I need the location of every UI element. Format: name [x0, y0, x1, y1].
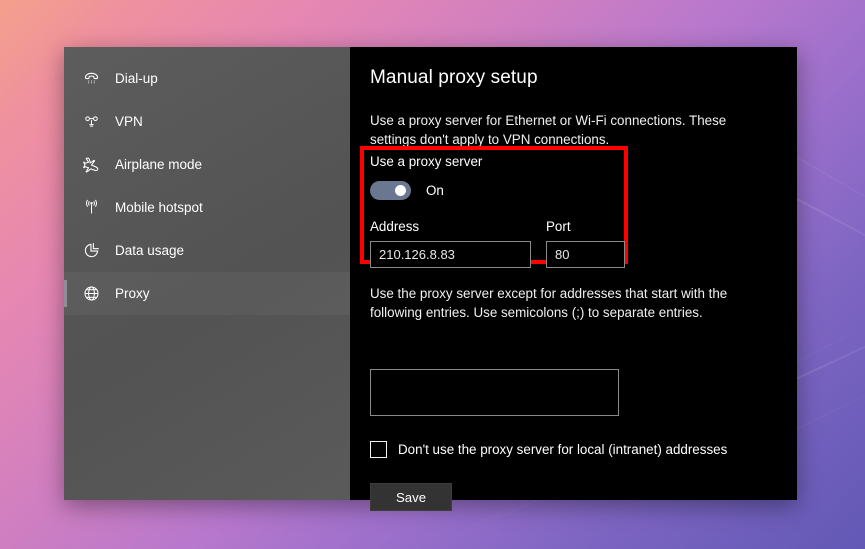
- sidebar-item-label: VPN: [115, 113, 143, 129]
- bypass-local-label: Don't use the proxy server for local (in…: [398, 442, 728, 457]
- sidebar-item-label: Data usage: [115, 242, 185, 258]
- settings-sidebar: Dial-up VPN Airplane mode Mobile hotspot…: [64, 47, 350, 500]
- use-proxy-server-section: Use a proxy server On Address 210.126.8.…: [370, 154, 630, 269]
- address-input[interactable]: 210.126.8.83: [370, 241, 531, 269]
- vpn-icon: [78, 113, 104, 130]
- settings-window: Dial-up VPN Airplane mode Mobile hotspot…: [64, 47, 797, 511]
- globe-icon: [78, 285, 104, 302]
- save-button[interactable]: Save: [370, 483, 452, 511]
- sidebar-item-airplane-mode[interactable]: Airplane mode: [64, 143, 350, 186]
- page-title: Manual proxy setup: [370, 67, 538, 88]
- manual-proxy-setup-panel: Manual proxy setup Use a proxy server fo…: [350, 47, 797, 511]
- sidebar-item-vpn[interactable]: VPN: [64, 100, 350, 143]
- pie-chart-icon: [78, 242, 104, 259]
- sidebar-item-label: Mobile hotspot: [115, 199, 203, 215]
- address-field-group: Address 210.126.8.83: [370, 219, 531, 269]
- bypass-local-checkbox[interactable]: [370, 441, 387, 458]
- use-proxy-server-toggle[interactable]: [370, 181, 411, 201]
- hotspot-icon: [78, 199, 104, 216]
- use-proxy-server-label: Use a proxy server: [370, 154, 483, 169]
- bypass-local-row[interactable]: Don't use the proxy server for local (in…: [370, 441, 727, 458]
- port-input[interactable]: 80: [546, 241, 625, 269]
- port-field-group: Port 80: [546, 219, 625, 269]
- toggle-state-label: On: [426, 183, 444, 199]
- port-label: Port: [546, 219, 571, 235]
- address-label: Address: [370, 219, 420, 235]
- sidebar-item-proxy[interactable]: Proxy: [64, 272, 350, 315]
- sidebar-item-mobile-hotspot[interactable]: Mobile hotspot: [64, 186, 350, 229]
- sidebar-item-data-usage[interactable]: Data usage: [64, 229, 350, 272]
- sidebar-item-label: Airplane mode: [115, 156, 203, 172]
- phone-icon: [78, 70, 104, 87]
- toggle-knob: [395, 185, 406, 197]
- sidebar-item-label: Dial-up: [115, 70, 158, 86]
- exceptions-input[interactable]: [370, 369, 619, 416]
- sidebar-item-dial-up[interactable]: Dial-up: [64, 57, 350, 100]
- desktop-background: Dial-up VPN Airplane mode Mobile hotspot…: [0, 0, 865, 549]
- exceptions-description: Use the proxy server except for addresse…: [370, 286, 728, 321]
- address-port-row: Address 210.126.8.83 Port 80: [370, 219, 630, 269]
- use-proxy-server-toggle-row: On: [370, 181, 630, 201]
- sidebar-item-label: Proxy: [115, 285, 150, 301]
- airplane-icon: [78, 156, 104, 174]
- intro-description: Use a proxy server for Ethernet or Wi-Fi…: [370, 113, 727, 148]
